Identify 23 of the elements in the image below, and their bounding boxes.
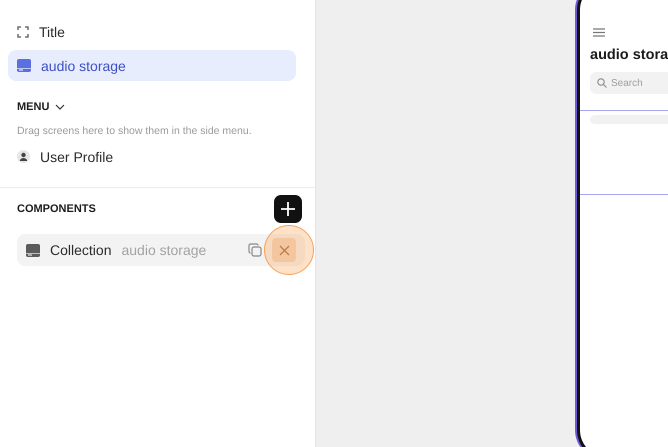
copy-icon[interactable] [248,243,262,257]
component-source: audio storage [121,242,208,258]
screen-item[interactable]: Title [8,16,296,47]
screen-item[interactable]: audio storage [8,50,296,81]
section-heading: COMPONENTS [17,203,96,215]
component-name: Collection [50,242,112,258]
search-icon [597,78,607,88]
menu-item[interactable]: User Profile [8,141,296,172]
drive-icon [26,244,40,256]
frame-icon [17,26,29,38]
section-heading: MENU [17,101,50,113]
chevron-icon[interactable] [55,104,66,110]
component-item[interactable]: Collection audio storage [17,234,305,266]
menu-icon[interactable] [593,28,605,37]
screen-title: audio stora [590,47,668,63]
click-highlight [264,225,314,275]
plus-icon [280,201,296,217]
close-button[interactable] [272,238,296,262]
add-button[interactable] [274,195,302,223]
drive-icon [17,59,31,72]
user-icon [17,150,30,163]
close-icon [278,244,290,256]
hint-text: Drag screens here to show them in the side menu. [17,125,253,137]
